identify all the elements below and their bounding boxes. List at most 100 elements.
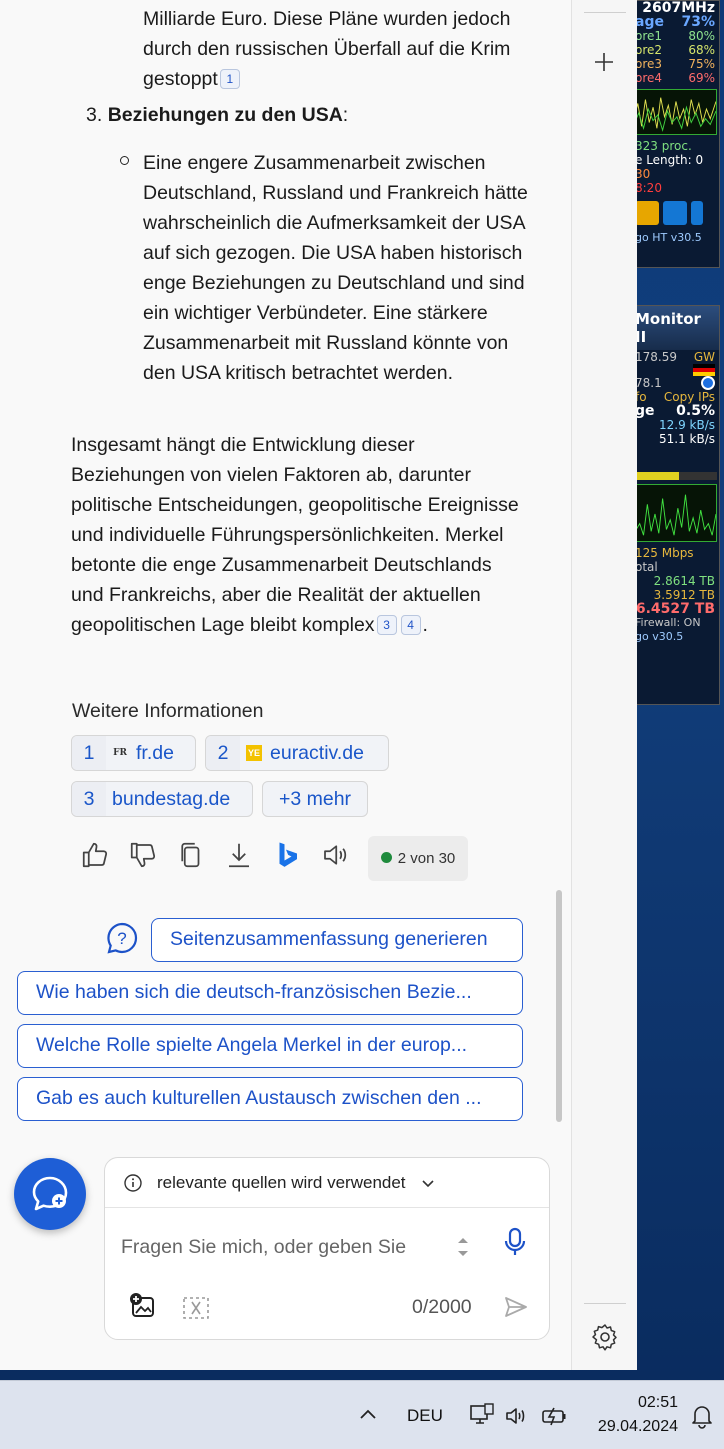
source-link[interactable]: 3 bundestag.de <box>71 781 253 817</box>
source-label: fr.de <box>136 742 174 764</box>
list-heading: Beziehungen zu den USA <box>107 104 343 126</box>
clock-date: 29.04.2024 <box>597 1418 678 1435</box>
period: . <box>422 614 428 636</box>
source-number: 2 <box>206 736 240 770</box>
resize-stepper-icon[interactable] <box>455 1234 471 1260</box>
chevron-down-icon <box>421 1179 434 1187</box>
screenshot-icon[interactable] <box>181 1294 211 1322</box>
status-dot-icon <box>380 852 392 863</box>
source-label: bundestag.de <box>112 788 231 810</box>
divider <box>584 12 626 13</box>
net-usage-value: 0.5% <box>676 403 715 419</box>
response-actions <box>80 840 350 870</box>
core-label: ore2 <box>635 43 663 57</box>
summary-text: Insgesamt hängt die Entwicklung dieser B… <box>71 434 519 636</box>
cpu-widget-footer: go HT v30.5 <box>635 231 702 244</box>
response-counter: 2 von 30 <box>397 850 456 867</box>
citation-link[interactable]: 3 <box>376 615 397 635</box>
bullet-circle-icon <box>118 148 130 165</box>
right-sidebar <box>572 0 637 1370</box>
notification-bell-icon[interactable] <box>690 1403 714 1429</box>
page-summary-button[interactable]: Seitenzusammenfassung generieren <box>151 918 523 962</box>
more-info-title: Weitere Informationen <box>72 700 264 722</box>
citation-link[interactable]: 1 <box>219 69 240 89</box>
send-icon[interactable] <box>503 1294 529 1320</box>
chat-input[interactable] <box>121 1230 441 1264</box>
copy-ips-link[interactable]: Copy IPs <box>664 390 715 404</box>
net-total-3: 6.4527 TB <box>635 601 715 617</box>
source-link[interactable]: 1 FR fr.de <box>71 735 196 771</box>
add-image-icon[interactable] <box>129 1292 157 1320</box>
chat-area: Milliarde Euro. Diese Pläne wurden jedoc… <box>0 0 572 1370</box>
cpu-line-a: 30 <box>635 167 651 181</box>
cpu-monitor-widget[interactable]: 2607MHz age 73% ore1 80% ore2 68% ore3 75% … <box>630 0 720 268</box>
power-icon[interactable] <box>635 201 659 225</box>
battery-charging-icon[interactable] <box>540 1404 568 1428</box>
core-value: 68% <box>688 43 715 57</box>
info-icon[interactable] <box>691 201 703 225</box>
thumbs-down-icon[interactable] <box>128 840 158 870</box>
refresh-icon[interactable] <box>701 376 715 390</box>
logout-icon[interactable] <box>663 201 687 225</box>
copilot-panel: Milliarde Euro. Diese Pläne wurden jedoc… <box>0 0 637 1370</box>
chevron-up-icon[interactable] <box>358 1405 378 1425</box>
core-label: ore1 <box>635 29 663 43</box>
net-down-rate: 51.1 kB/s <box>658 432 715 446</box>
bing-logo-icon[interactable] <box>272 840 302 870</box>
help-question-icon[interactable]: ? <box>105 921 139 955</box>
network-monitor-widget[interactable]: Monitor II 178.59 GW 78.1 fo Copy IPs ge 0.… <box>630 305 720 705</box>
core-label: ore3 <box>635 57 663 71</box>
new-chat-icon <box>32 1176 68 1211</box>
suggestion-chip[interactable]: Welche Rolle spielte Angela Merkel in de… <box>17 1024 523 1068</box>
source-link[interactable]: 2 YE euractiv.de <box>205 735 389 771</box>
net-up-rate: 12.9 kB/s <box>658 418 715 432</box>
scrollbar[interactable] <box>556 890 562 1122</box>
net-speed: 125 Mbps <box>635 546 694 560</box>
citation-link[interactable]: 4 <box>400 615 421 635</box>
queue-length: e Length: 0 <box>635 153 704 167</box>
network-widget-title: Monitor II <box>631 306 719 350</box>
network-icon[interactable] <box>469 1402 495 1428</box>
clock[interactable]: 02:51 29.04.2024 <box>588 1391 678 1439</box>
settings-gear-icon[interactable] <box>590 1322 620 1352</box>
suggestion-chip[interactable]: Gab es auch kulturellen Austausch zwisch… <box>17 1077 523 1121</box>
context-label: relevante quellen wird verwendet <box>157 1172 406 1192</box>
thumbs-up-icon[interactable] <box>80 840 110 870</box>
language-indicator[interactable]: DEU <box>407 1381 443 1449</box>
source-number: 3 <box>72 782 106 816</box>
new-chat-button[interactable] <box>14 1158 86 1230</box>
divider <box>584 1303 626 1304</box>
response-counter-badge: 2 von 30 <box>368 836 468 881</box>
add-plus-icon[interactable] <box>586 44 622 80</box>
paragraph-text: Milliarde Euro. Diese Pläne wurden jedoc… <box>143 8 511 90</box>
download-icon[interactable] <box>224 840 254 870</box>
svg-text:?: ? <box>117 929 126 948</box>
cpu-frequency: 2607MHz <box>642 0 715 16</box>
firewall-status: Firewall: ON <box>635 616 701 629</box>
cpu-usage-label: age <box>635 14 664 30</box>
volume-icon[interactable] <box>504 1404 530 1428</box>
net-row2-value: 78.1 <box>635 376 662 390</box>
clock-time: 02:51 <box>637 1394 678 1411</box>
net-total-label: otal <box>635 560 658 574</box>
microphone-icon[interactable] <box>503 1226 527 1258</box>
suggestion-chip[interactable]: Wie haben sich die deutsch-französischen… <box>17 971 523 1015</box>
source-label: euractiv.de <box>270 742 364 764</box>
source-number: 1 <box>72 736 106 770</box>
context-selector[interactable]: relevante quellen wird verwendet <box>105 1158 549 1208</box>
core-value: 80% <box>688 29 715 43</box>
network-graph <box>633 484 717 542</box>
more-sources-button[interactable]: +3 mehr <box>262 781 368 817</box>
cpu-usage-value: 73% <box>681 14 715 30</box>
copy-icon[interactable] <box>176 840 206 870</box>
core-value: 75% <box>688 57 715 71</box>
net-row1-value: 178.59 <box>635 350 677 364</box>
list-item-heading: 3. Beziehungen zu den USA: <box>86 100 506 130</box>
cpu-line-b: 8:20 <box>635 181 662 195</box>
net-row1-unit: GW <box>693 350 715 364</box>
euractiv-favicon-icon: YE <box>246 745 262 761</box>
process-count: 323 proc. <box>635 139 692 153</box>
net-total-1: 2.8614 TB <box>653 574 715 588</box>
response-paragraph: Milliarde Euro. Diese Pläne wurden jedoc… <box>143 4 543 94</box>
speaker-icon[interactable] <box>320 840 350 870</box>
